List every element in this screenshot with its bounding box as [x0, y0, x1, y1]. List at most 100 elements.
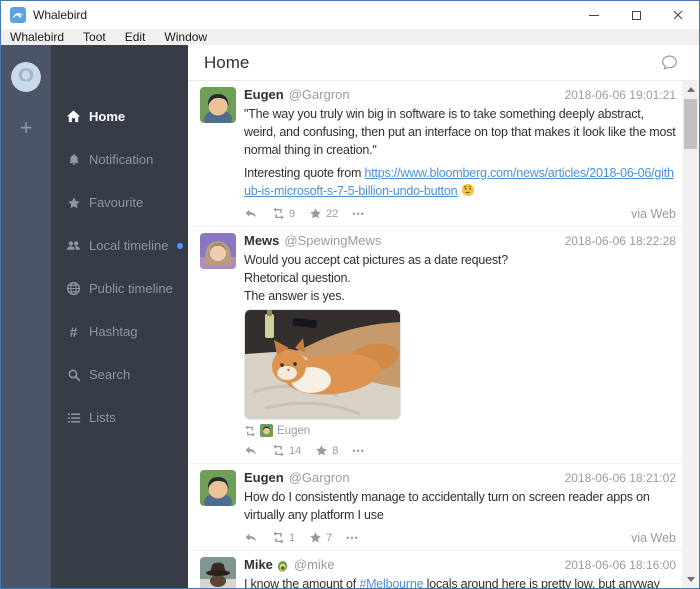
boost-count: 1: [289, 531, 296, 544]
scrollbar-thumb[interactable]: [684, 99, 697, 149]
nav-item-home[interactable]: Home: [51, 95, 188, 138]
toot-paragraph: "The way you truly win big in software i…: [244, 107, 676, 157]
star-icon: [66, 195, 81, 210]
display-name[interactable]: Mews: [244, 233, 279, 249]
toot[interactable]: Eugen @Gargron 2018-06-06 19:01:21 "The …: [188, 81, 682, 227]
favourite-button[interactable]: 7: [309, 531, 332, 544]
boost-button[interactable]: 14: [272, 444, 301, 457]
main-content: Home Eugen @Gargron 2018-06-06 19:01:21 …: [188, 45, 699, 588]
display-name[interactable]: Eugen: [244, 87, 284, 103]
list-icon: [66, 410, 81, 425]
reply-icon: [245, 446, 256, 454]
whalebird-app-icon: [10, 7, 26, 23]
avatar[interactable]: [200, 557, 236, 588]
maximize-button[interactable]: [615, 1, 657, 29]
account-handle[interactable]: @SpewingMews: [284, 233, 381, 249]
nav-label: Public timeline: [89, 281, 173, 296]
reply-button[interactable]: [244, 207, 258, 221]
minimize-button[interactable]: [573, 1, 615, 29]
mastodon-elephant-icon: [11, 62, 41, 92]
toot-content: Would you accept cat pictures as a date …: [244, 251, 676, 305]
toot-actions: 9 22 ••• via Web: [244, 205, 676, 222]
boost-button[interactable]: 9: [272, 207, 295, 220]
content-header: Home: [188, 45, 699, 81]
toot-text-line: Would you accept cat pictures as a date …: [244, 253, 508, 267]
speech-bubble-icon: [662, 55, 677, 70]
nav-label: Lists: [89, 410, 116, 425]
nav-item-search[interactable]: Search: [51, 353, 188, 396]
title-bar[interactable]: Whalebird: [1, 1, 699, 29]
mews-avatar-image: [200, 233, 236, 269]
display-name[interactable]: Mike: [244, 557, 273, 573]
booster-name[interactable]: Eugen: [277, 425, 310, 437]
nav-item-notification[interactable]: Notification: [51, 138, 188, 181]
eugen-avatar-image: [200, 470, 236, 506]
booster-avatar[interactable]: [260, 424, 273, 437]
avatar[interactable]: [200, 233, 236, 269]
timestamp: 2018-06-06 19:01:21: [564, 88, 676, 102]
close-icon: [673, 10, 683, 20]
unread-dot: [176, 242, 183, 249]
nav-item-hashtag[interactable]: # Hashtag: [51, 310, 188, 353]
new-toot-button[interactable]: [661, 54, 678, 71]
hashtag-icon: #: [69, 323, 78, 340]
account-handle[interactable]: @mike: [294, 557, 335, 573]
toot-content: "The way you truly win big in software i…: [244, 105, 676, 200]
account-avatar[interactable]: [11, 62, 41, 92]
boost-icon: [273, 444, 284, 457]
toot-content: I know the amount of #Melbourne locals a…: [244, 575, 676, 588]
account-handle[interactable]: @Gargron: [289, 87, 350, 103]
boost-button[interactable]: 1: [272, 531, 295, 544]
cat-photo: [245, 310, 400, 419]
favourite-count: 22: [326, 207, 339, 220]
toot-text-line: The answer is yes.: [244, 289, 345, 303]
nav-label: Local timeline: [89, 238, 169, 253]
eugen-avatar-image: [200, 87, 236, 123]
more-button[interactable]: •••: [352, 446, 364, 456]
timestamp: 2018-06-06 18:22:28: [564, 234, 676, 248]
via-label: via Web: [631, 530, 676, 545]
toot-paragraph: Interesting quote from https://www.bloom…: [244, 164, 676, 200]
close-button[interactable]: [657, 1, 699, 29]
more-button[interactable]: •••: [346, 533, 358, 543]
account-handle[interactable]: @Gargron: [289, 470, 350, 486]
toot[interactable]: Mews @SpewingMews 2018-06-06 18:22:28 Wo…: [188, 227, 682, 464]
boost-icon: [245, 424, 255, 437]
favourite-button[interactable]: 22: [309, 207, 338, 220]
reply-button[interactable]: [244, 531, 258, 545]
menu-edit[interactable]: Edit: [125, 30, 146, 44]
add-account-button[interactable]: +: [20, 117, 33, 139]
avatar[interactable]: [200, 87, 236, 123]
favourite-star-icon: [310, 208, 321, 219]
nav-item-local-timeline[interactable]: Local timeline: [51, 224, 188, 267]
favourite-button[interactable]: 8: [315, 444, 338, 457]
timeline-scrollbar[interactable]: [682, 81, 699, 588]
scroll-down-button[interactable]: [682, 571, 699, 588]
mike-avatar-image: [200, 557, 236, 588]
reply-icon: [245, 533, 256, 541]
hashtag-link[interactable]: #Melbourne: [359, 577, 423, 588]
cat-photo-attachment[interactable]: [244, 309, 401, 420]
menu-window[interactable]: Window: [164, 30, 207, 44]
scroll-up-icon: [686, 87, 695, 92]
globe-icon: [66, 281, 81, 296]
boost-icon: [273, 531, 284, 544]
nav-item-lists[interactable]: Lists: [51, 396, 188, 439]
toot-text: Interesting quote from: [244, 166, 365, 180]
reply-button[interactable]: [244, 444, 258, 458]
toot[interactable]: Mike @mike 2018-06-06 18:16:00 I know th…: [188, 551, 682, 588]
timestamp: 2018-06-06 18:16:00: [564, 558, 676, 572]
nav-item-favourite[interactable]: Favourite: [51, 181, 188, 224]
favourite-count: 8: [332, 444, 339, 457]
favourite-count: 7: [326, 531, 333, 544]
menu-toot[interactable]: Toot: [83, 30, 106, 44]
menu-whalebird[interactable]: Whalebird: [10, 30, 64, 44]
nav-item-public-timeline[interactable]: Public timeline: [51, 267, 188, 310]
scroll-up-button[interactable]: [682, 81, 699, 98]
toot-actions: 1 7 ••• via Web: [244, 529, 676, 546]
toot[interactable]: Eugen @Gargron 2018-06-06 18:21:02 How d…: [188, 464, 682, 551]
more-button[interactable]: •••: [352, 209, 364, 219]
avatar[interactable]: [200, 470, 236, 506]
search-icon: [66, 367, 81, 382]
display-name[interactable]: Eugen: [244, 470, 284, 486]
